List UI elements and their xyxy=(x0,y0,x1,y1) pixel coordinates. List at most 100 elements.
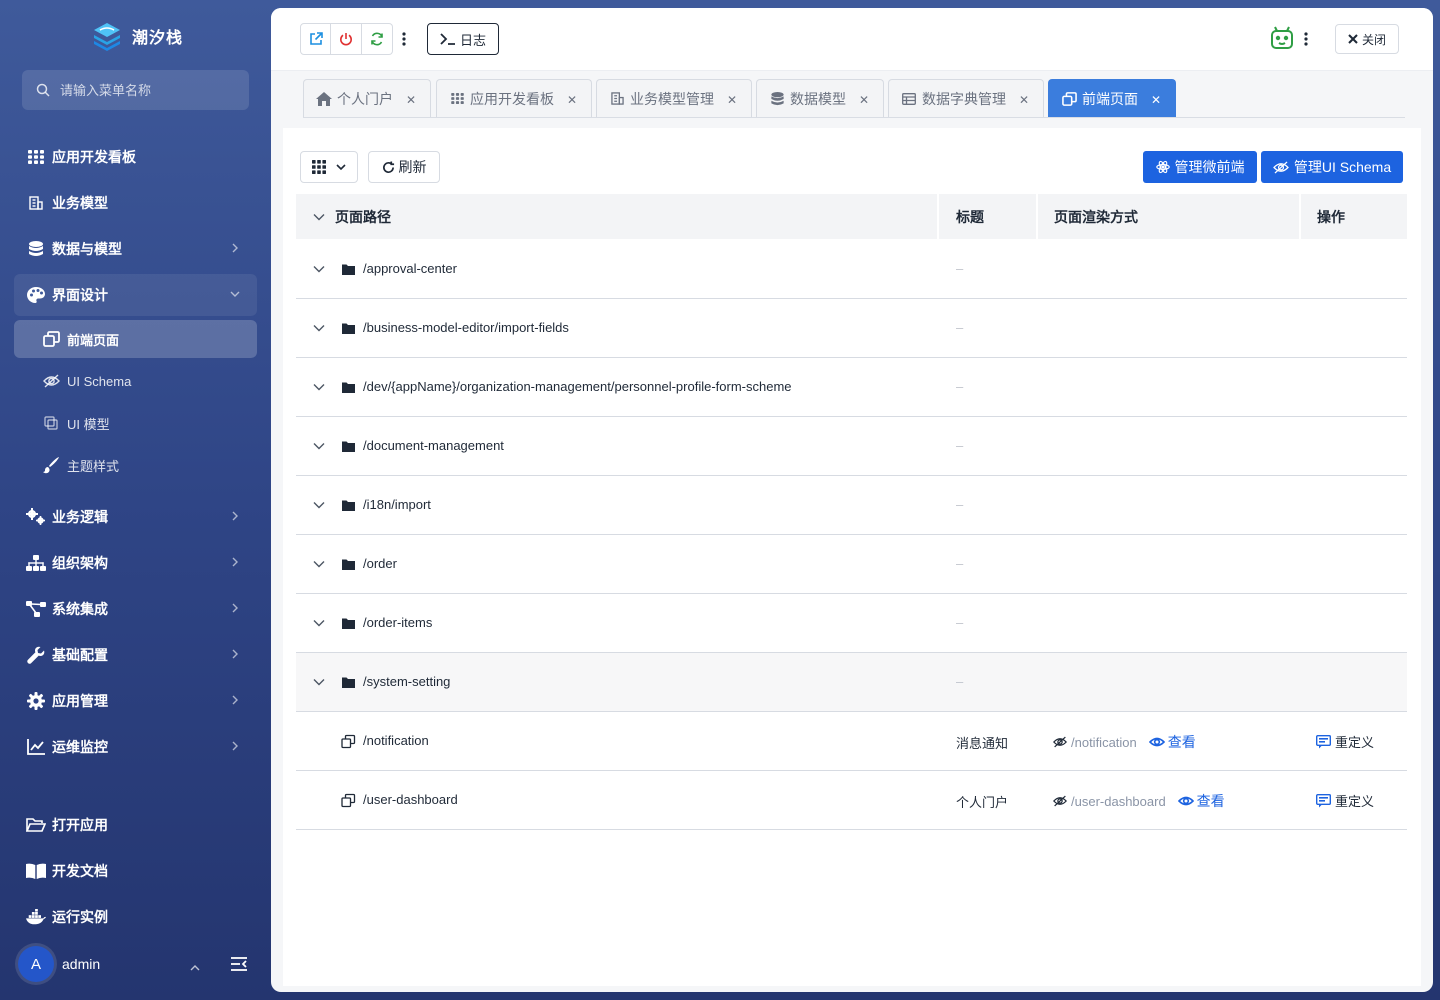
sidebar-item-ui-design[interactable]: 界面设计 xyxy=(14,274,257,316)
tab-close-icon[interactable]: ✕ xyxy=(859,93,869,107)
table-row[interactable]: /business-model-editor/import-fields – xyxy=(296,299,1407,358)
docker-icon xyxy=(26,907,46,927)
manage-micro-frontend-button[interactable]: 管理微前端 xyxy=(1143,151,1257,183)
avatar[interactable]: A xyxy=(18,946,54,982)
view-link[interactable]: 查看 xyxy=(1148,732,1196,752)
sync-button[interactable] xyxy=(362,23,393,55)
sidebar-subitem-ui-schema[interactable]: UI Schema xyxy=(14,362,257,400)
sidebar-item-organization[interactable]: 组织架构 xyxy=(14,542,257,584)
chevron-right-icon xyxy=(229,740,241,752)
view-switch-dropdown[interactable] xyxy=(300,151,358,183)
chevron-down-icon[interactable] xyxy=(312,675,326,689)
tab-business-model-mgmt[interactable]: 业务模型管理 ✕ xyxy=(596,79,752,117)
power-button[interactable] xyxy=(331,23,362,55)
sidebar-item-instances[interactable]: 运行实例 xyxy=(14,896,257,938)
table-row[interactable]: /user-dashboard 个人门户 /user-dashboard 查看 … xyxy=(296,771,1407,830)
chevron-down-icon[interactable] xyxy=(312,262,326,276)
sidebar-item-business-logic[interactable]: 业务逻辑 xyxy=(14,496,257,538)
redefine-action[interactable]: 重定义 xyxy=(1316,791,1374,810)
sidebar-item-label: 运行实例 xyxy=(52,909,108,925)
table-row[interactable]: /notification 消息通知 /notification 查看 重定义 xyxy=(296,712,1407,771)
row-title: – xyxy=(956,261,964,276)
sidebar-item-label: 开发文档 xyxy=(52,863,108,879)
tab-data-dictionary[interactable]: 数据字典管理 ✕ xyxy=(888,79,1044,117)
sidebar-subitem-frontend-pages[interactable]: 前端页面 xyxy=(14,320,257,358)
open-external-button[interactable] xyxy=(300,23,331,55)
log-button[interactable]: 日志 xyxy=(427,23,499,55)
table-row[interactable]: /dev/{appName}/organization-management/p… xyxy=(296,358,1407,417)
sidebar-item-dev-docs[interactable]: 开发文档 xyxy=(14,850,257,892)
tab-dev-board[interactable]: 应用开发看板 ✕ xyxy=(436,79,592,117)
sidebar-item-integration[interactable]: 系统集成 xyxy=(14,588,257,630)
column-header-render[interactable]: 页面渲染方式 xyxy=(1054,194,1138,239)
assistant-options-button[interactable] xyxy=(1295,23,1317,55)
chevron-down-icon[interactable] xyxy=(312,439,326,453)
column-header-label: 操作 xyxy=(1317,208,1345,225)
view-link-label: 查看 xyxy=(1167,734,1196,750)
table-row[interactable]: /order-items – xyxy=(296,594,1407,653)
table-row[interactable]: /i18n/import – xyxy=(296,476,1407,535)
table-row[interactable]: /order – xyxy=(296,535,1407,594)
sidebar-item-label: 数据与模型 xyxy=(52,241,122,257)
collapse-menu-icon[interactable] xyxy=(230,956,248,975)
sidebar-item-data-model[interactable]: 数据与模型 xyxy=(14,228,257,270)
column-header-path[interactable]: 页面路径 xyxy=(313,194,391,239)
row-path: /business-model-editor/import-fields xyxy=(363,320,569,335)
more-options-button[interactable] xyxy=(393,23,415,55)
grid-icon xyxy=(312,160,326,174)
tab-frontend-pages[interactable]: 前端页面 ✕ xyxy=(1048,79,1176,117)
sidebar-item-dev-board[interactable]: 应用开发看板 xyxy=(14,136,257,178)
column-header-actions[interactable]: 操作 xyxy=(1317,194,1345,239)
folder-icon xyxy=(342,677,355,688)
row-path: /notification xyxy=(363,733,429,748)
menu-search[interactable] xyxy=(22,70,249,110)
page-content: 刷新 管理微前端 管理UI Schema 页面路径 标题 页面渲染方式 操作 /… xyxy=(283,128,1421,986)
manage-ui-schema-button[interactable]: 管理UI Schema xyxy=(1261,151,1403,183)
app-logo[interactable]: 潮汐栈 xyxy=(92,20,183,52)
menu-search-input[interactable] xyxy=(60,82,230,98)
window-restore-icon xyxy=(341,734,356,749)
sidebar-item-business-model[interactable]: 业务模型 xyxy=(14,182,257,224)
row-title: 消息通知 xyxy=(956,736,1009,751)
tab-data-model[interactable]: 数据模型 ✕ xyxy=(756,79,884,117)
sidebar-subitem-theme[interactable]: 主题样式 xyxy=(14,446,257,484)
tab-close-icon[interactable]: ✕ xyxy=(406,93,416,107)
chevron-down-icon[interactable] xyxy=(312,498,326,512)
sidebar-item-label: 系统集成 xyxy=(52,601,108,617)
chevron-down-icon[interactable] xyxy=(312,321,326,335)
sidebar-item-app-management[interactable]: 应用管理 xyxy=(14,680,257,722)
tab-label: 个人门户 xyxy=(337,90,393,107)
robot-icon[interactable] xyxy=(1269,25,1295,51)
sidebar-item-open-app[interactable]: 打开应用 xyxy=(14,804,257,846)
table-row[interactable]: /system-setting – xyxy=(296,653,1407,712)
tab-close-icon[interactable]: ✕ xyxy=(1019,93,1029,107)
table-header: 页面路径 标题 页面渲染方式 操作 xyxy=(296,194,1407,239)
tab-close-icon[interactable]: ✕ xyxy=(727,93,737,107)
user-menu[interactable]: A admin xyxy=(18,945,253,983)
redefine-action[interactable]: 重定义 xyxy=(1316,732,1374,751)
sidebar-item-ops-monitor[interactable]: 运维监控 xyxy=(14,726,257,768)
eye-slash-icon xyxy=(1273,160,1289,174)
tab-close-icon[interactable]: ✕ xyxy=(1151,93,1161,107)
chevron-down-icon[interactable] xyxy=(312,557,326,571)
close-button[interactable]: 关闭 xyxy=(1335,24,1399,54)
line-chart-icon xyxy=(26,737,46,757)
table-row[interactable]: /approval-center – xyxy=(296,240,1407,299)
table-row[interactable]: /document-management – xyxy=(296,417,1407,476)
tab-user-portal[interactable]: 个人门户 ✕ xyxy=(303,79,431,117)
folder-icon xyxy=(342,559,355,570)
search-icon xyxy=(36,83,50,97)
tab-close-icon[interactable]: ✕ xyxy=(567,93,577,107)
refresh-button[interactable]: 刷新 xyxy=(368,151,440,183)
tide-logo-icon xyxy=(94,23,120,51)
sidebar-subitem-ui-model[interactable]: UI 模型 xyxy=(14,404,257,442)
column-header-title[interactable]: 标题 xyxy=(956,194,984,239)
chevron-right-icon xyxy=(229,602,241,614)
view-link[interactable]: 查看 xyxy=(1177,791,1225,811)
row-title: – xyxy=(956,674,964,689)
chevron-down-icon[interactable] xyxy=(312,616,326,630)
sidebar-item-base-config[interactable]: 基础配置 xyxy=(14,634,257,676)
chevron-right-icon xyxy=(229,694,241,706)
chevron-down-icon[interactable] xyxy=(312,380,326,394)
chevron-up-icon[interactable] xyxy=(190,959,200,975)
